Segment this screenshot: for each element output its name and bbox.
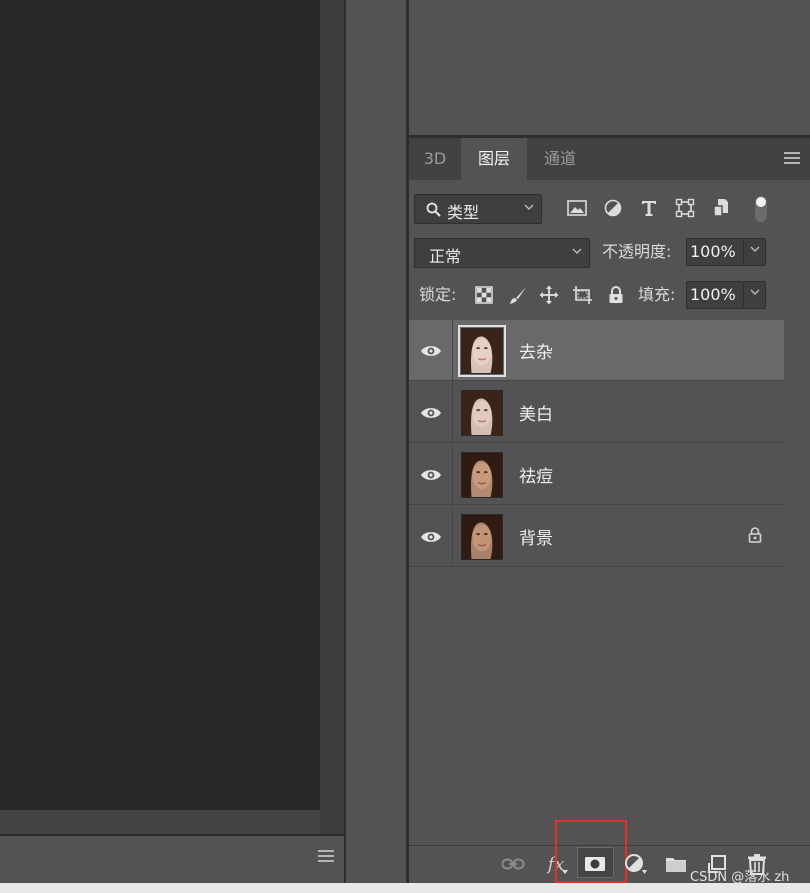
blend-mode-value: 正常 [429,247,462,266]
canvas-vertical-scrollbar[interactable] [320,0,344,834]
panel-dock-gutter [346,0,408,883]
panel-tab-bar: 3D 图层 通道 [409,138,810,180]
layer-thumbnail[interactable] [461,514,503,560]
eye-icon [420,407,441,418]
tab-3d[interactable]: 3D [409,138,461,180]
chevron-down-icon [572,245,582,260]
layer-thumbnail[interactable] [458,325,506,377]
filter-toggle-switch[interactable] [755,196,767,222]
layer-name: 去杂 [519,343,553,363]
eye-icon [420,531,441,542]
visibility-toggle[interactable] [409,506,453,567]
opacity-label: 不透明度: [602,242,672,261]
layer-name: 美白 [519,405,553,425]
visibility-toggle[interactable] [409,382,453,443]
opacity-dropdown[interactable] [744,238,766,266]
layer-row[interactable]: 背景 [409,506,784,567]
layer-name: 祛痘 [519,467,553,487]
lock-transparent-pixels-icon[interactable] [473,284,495,306]
tab-layers[interactable]: 图层 [461,138,527,180]
filter-kind-label: 类型 [447,203,480,222]
filter-kind-select[interactable]: 类型 [414,194,542,224]
visibility-toggle[interactable] [409,320,453,381]
link-icon[interactable] [501,852,525,876]
layer-name: 背景 [519,529,553,549]
tab-channels[interactable]: 通道 [527,138,593,180]
adjustment-layer-filter-icon[interactable] [601,196,625,220]
lock-all-icon[interactable] [605,284,627,306]
lock-image-pixels-icon[interactable] [507,284,529,306]
lock-artboard-icon[interactable] [572,284,594,306]
document-canvas[interactable] [0,0,320,810]
layer-lock-icon[interactable] [748,527,762,547]
lock-position-icon[interactable] [538,284,560,306]
eye-icon [420,345,441,356]
layer-thumbnail[interactable] [461,390,503,436]
lock-label: 锁定: [419,285,457,304]
left-panel-bottom-bar [0,836,346,883]
shape-layer-filter-icon[interactable] [673,196,697,220]
pixel-layer-filter-icon[interactable] [565,196,589,220]
window-footer [0,883,810,893]
eye-icon [420,469,441,480]
type-layer-filter-icon[interactable] [637,196,661,220]
layer-thumbnail[interactable] [461,452,503,498]
search-icon [426,202,442,222]
panel-menu-icon[interactable] [784,152,800,166]
canvas-horizontal-scrollbar[interactable] [0,810,320,834]
highlight-box [555,820,627,883]
opacity-input[interactable]: 100% [686,238,744,266]
adjustment-icon[interactable] [624,852,648,876]
fill-input[interactable]: 100% [686,281,744,309]
folder-icon[interactable] [664,852,688,876]
layer-row[interactable]: 祛痘 [409,444,784,505]
smart-object-filter-icon[interactable] [709,196,733,220]
visibility-toggle[interactable] [409,444,453,505]
chevron-down-icon [750,246,759,252]
fill-label: 填充: [638,285,676,304]
layer-row[interactable]: 去杂 [409,320,784,381]
chevron-down-icon [750,289,759,295]
chevron-down-icon [524,201,534,216]
layer-row[interactable]: 美白 [409,382,784,443]
layer-list: 去杂 美白 祛痘 背景 [409,320,784,567]
upper-panel [409,0,810,135]
fill-dropdown[interactable] [744,281,766,309]
watermark-text: CSDN @落水 zh [690,870,790,885]
left-panel-menu-icon[interactable] [318,850,336,864]
layers-scrollbar[interactable] [784,320,810,846]
blend-mode-select[interactable]: 正常 [414,238,590,268]
